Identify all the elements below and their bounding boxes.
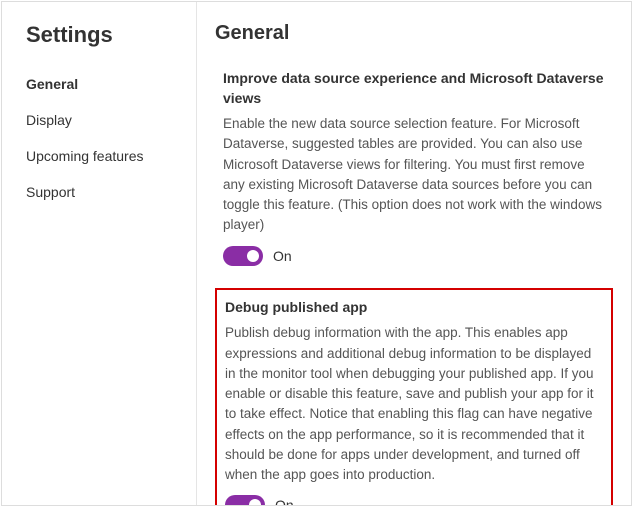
sidebar-item-support[interactable]: Support (2, 174, 196, 210)
toggle-state-label: On (275, 497, 294, 505)
sidebar-item-label: Support (26, 184, 75, 200)
sidebar-title: Settings (2, 22, 196, 66)
toggle-state-label: On (273, 248, 292, 264)
setting-debug-published-app: Debug published app Publish debug inform… (215, 288, 613, 505)
settings-panel: Settings General Display Upcoming featur… (1, 1, 632, 506)
sidebar-item-label: Upcoming features (26, 148, 144, 164)
setting-title: Improve data source experience and Micro… (223, 69, 605, 108)
toggle-row: On (223, 246, 605, 266)
toggle-data-source-experience[interactable] (223, 246, 263, 266)
setting-data-source-experience: Improve data source experience and Micro… (215, 61, 613, 274)
sidebar-item-general[interactable]: General (2, 66, 196, 102)
sidebar-item-label: General (26, 76, 78, 92)
toggle-row: On (225, 495, 603, 505)
setting-title: Debug published app (225, 298, 603, 318)
sidebar-item-display[interactable]: Display (2, 102, 196, 138)
sidebar-item-label: Display (26, 112, 72, 128)
toggle-debug-published-app[interactable] (225, 495, 265, 505)
sidebar-item-upcoming-features[interactable]: Upcoming features (2, 138, 196, 174)
page-title: General (215, 22, 613, 45)
setting-description: Enable the new data source selection fea… (223, 114, 605, 236)
sidebar: Settings General Display Upcoming featur… (2, 2, 197, 505)
setting-description: Publish debug information with the app. … (225, 323, 603, 485)
main-content: General Improve data source experience a… (197, 2, 631, 505)
